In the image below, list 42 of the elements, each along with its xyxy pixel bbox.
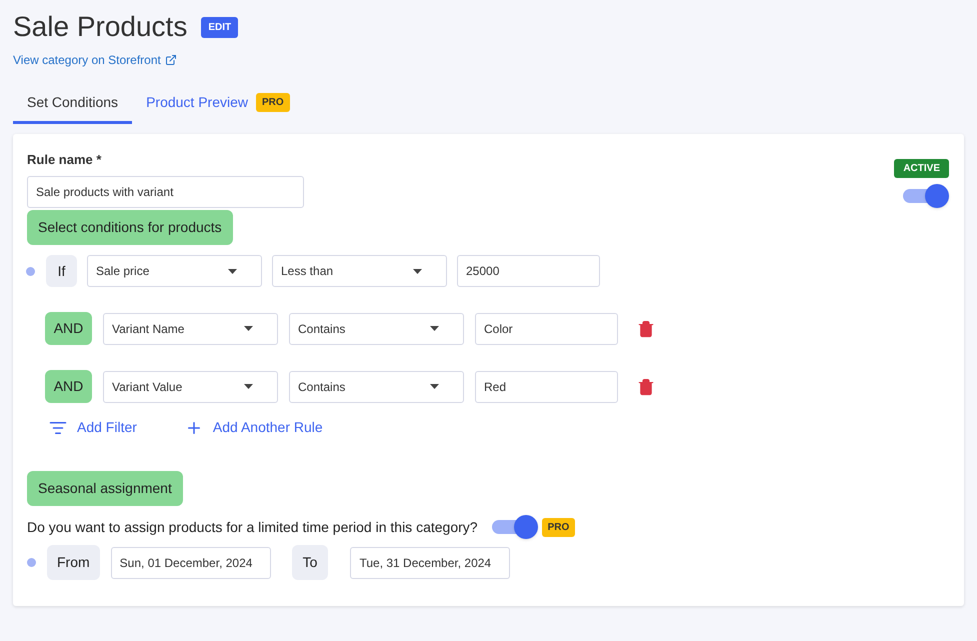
- storefront-link[interactable]: View category on Storefront: [13, 51, 177, 69]
- condition-label: AND: [45, 370, 92, 403]
- condition-label: If: [46, 255, 77, 287]
- value-field[interactable]: 25000: [457, 255, 600, 287]
- toggle-switch[interactable]: [901, 184, 949, 208]
- pro-badge: PRO: [542, 518, 576, 536]
- caret-icon: [430, 384, 439, 389]
- edit-badge[interactable]: EDIT: [201, 16, 238, 38]
- date-label: From: [47, 545, 100, 580]
- status-badge: ACTIVE: [894, 159, 949, 178]
- value-field[interactable]: Color: [475, 312, 618, 344]
- rule-name-label: Rule name *: [27, 151, 102, 169]
- date-label: To: [292, 545, 328, 580]
- section-heading: Seasonal assignment: [27, 471, 183, 506]
- pro-badge: PRO: [256, 93, 290, 112]
- tab[interactable]: Set Conditions: [13, 92, 132, 124]
- operator-select[interactable]: Less than: [272, 255, 447, 287]
- tab[interactable]: Product Preview PRO: [132, 92, 304, 124]
- field-select[interactable]: Sale price: [87, 255, 262, 287]
- caret-icon: [244, 326, 253, 331]
- caret-icon: [430, 326, 439, 331]
- date-field[interactable]: Sun, 01 December, 2024: [110, 546, 271, 578]
- date-field[interactable]: Tue, 31 December, 2024: [350, 546, 510, 578]
- page-title: Sale Products: [13, 10, 188, 44]
- delete-icon[interactable]: [637, 378, 655, 396]
- toggle-switch[interactable]: [490, 515, 538, 539]
- section-heading: Select conditions for products: [27, 210, 233, 245]
- caret-icon: [413, 268, 422, 274]
- action-link[interactable]: Add Filter: [49, 417, 137, 438]
- rule-name-field[interactable]: Sale products with variant: [27, 176, 304, 208]
- external-link-icon: [164, 54, 177, 66]
- value-field[interactable]: Red: [475, 370, 618, 402]
- action-link[interactable]: Add Another Rule: [184, 417, 323, 438]
- operator-select[interactable]: Contains: [289, 370, 464, 402]
- field-select[interactable]: Variant Value: [103, 370, 278, 402]
- delete-icon[interactable]: [637, 320, 655, 338]
- condition-label: AND: [45, 312, 92, 345]
- caret-icon: [244, 384, 253, 389]
- caret-icon: [228, 268, 237, 274]
- operator-select[interactable]: Contains: [289, 312, 464, 344]
- field-select[interactable]: Variant Name: [103, 312, 278, 344]
- question-text: Do you want to assign products for a limited time period in this category?: [27, 518, 478, 537]
